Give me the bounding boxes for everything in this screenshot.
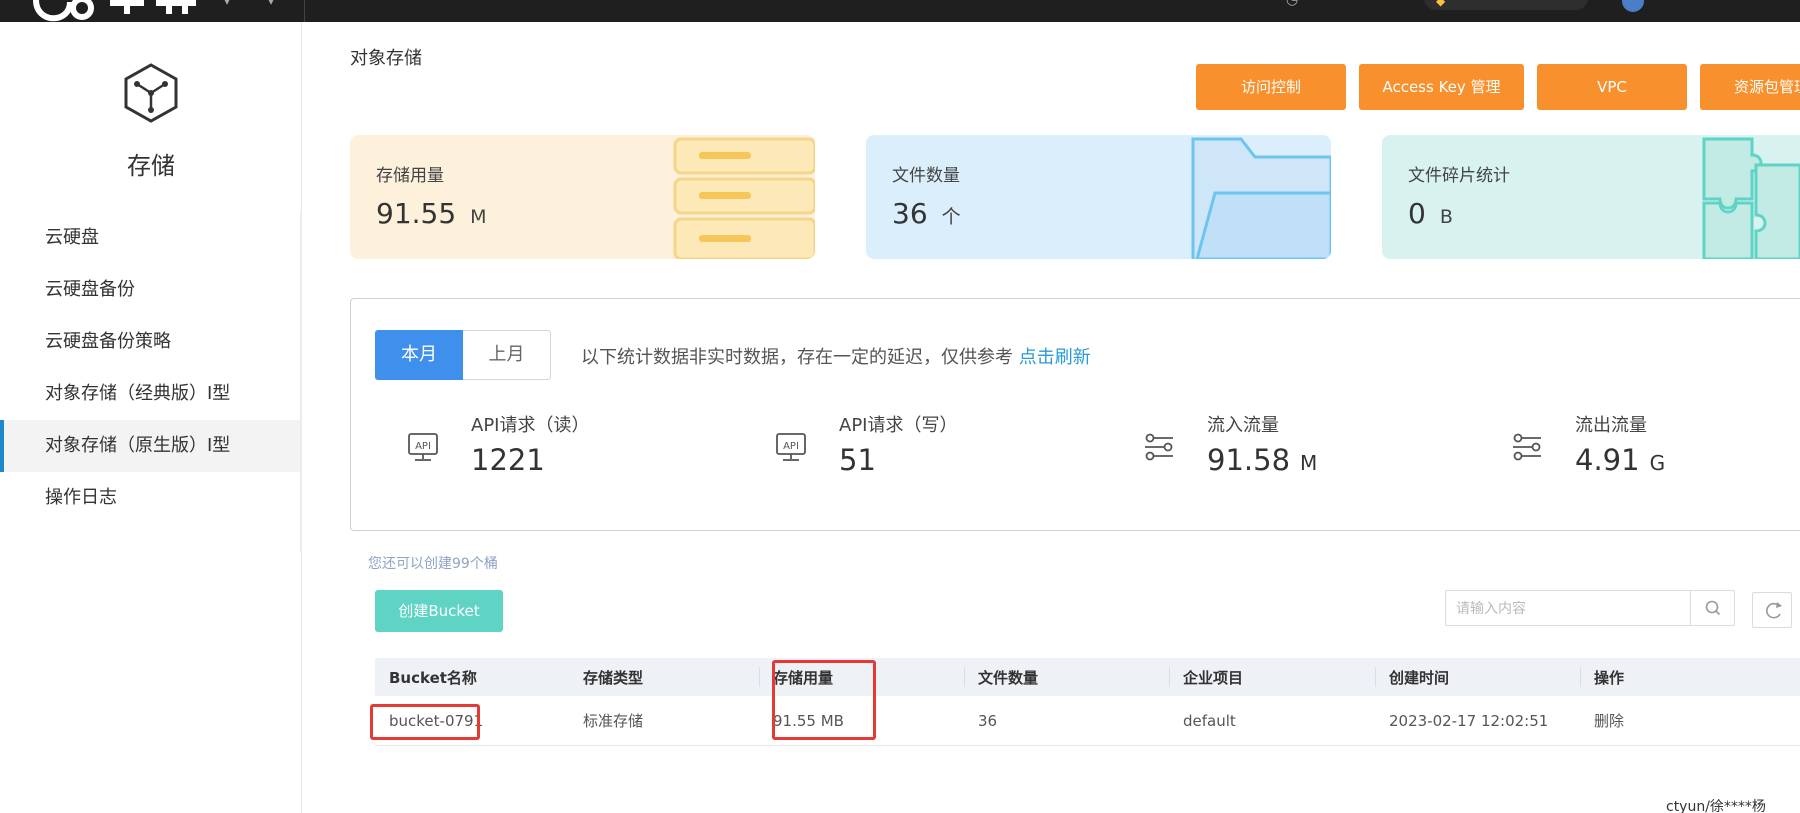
tab-last-month[interactable]: 上月 <box>463 330 551 380</box>
column-header: 企业项目 <box>1169 658 1363 696</box>
sidebar-item-disk-backup[interactable]: 云硬盘备份 <box>0 264 300 316</box>
top-bar: ▾ ▾ ◷ ◆ <box>0 0 1800 22</box>
stat-value: 4.91 G <box>1575 443 1666 477</box>
storage-type-cell: 标准存储 <box>583 712 644 730</box>
card-value: 91.55 M <box>376 197 487 230</box>
column-header: 存储类型 <box>583 668 644 687</box>
stat-label: API请求（写） <box>839 415 958 436</box>
search-button[interactable] <box>1690 591 1734 625</box>
sidebar-item-oss-native[interactable]: 对象存储（原生版）Ⅰ型 <box>0 420 300 472</box>
stat-value: 1221 <box>471 443 545 477</box>
bucket-table: Bucket名称 存储类型 存储用量 文件数量 企业项目 创建时间 操作 buc… <box>375 658 1800 746</box>
access-key-button[interactable]: Access Key 管理 <box>1359 64 1524 110</box>
main-content: 对象存储 访问控制 Access Key 管理 VPC 资源包管理 存储用量 9… <box>324 22 1800 813</box>
highlight-box <box>772 660 876 740</box>
cube-icon <box>124 63 178 123</box>
region-selector[interactable]: ◆ <box>1424 0 1588 10</box>
file-count-cell: 36 <box>978 711 998 730</box>
sidebar-title: 存储 <box>127 152 175 180</box>
search-input[interactable] <box>1456 598 1686 620</box>
column-header: 创建时间 <box>1375 658 1569 696</box>
highlight-box <box>370 704 480 740</box>
project-cell: default <box>1183 711 1236 730</box>
column-header: 操作 <box>1580 658 1780 696</box>
card-value: 36 个 <box>892 197 961 230</box>
tab-this-month[interactable]: 本月 <box>375 330 463 380</box>
sidebar-item-operation-log[interactable]: 操作日志 <box>0 472 300 524</box>
card-label: 文件碎片统计 <box>1408 166 1510 186</box>
sidebar-item-backup-policy[interactable]: 云硬盘备份策略 <box>0 316 300 368</box>
stat-value: 51 <box>839 443 876 477</box>
sidebar-item-oss-classic[interactable]: 对象存储（经典版）Ⅰ型 <box>0 368 300 420</box>
chevron-down-icon[interactable]: ▾ <box>224 0 230 8</box>
search-icon <box>1705 600 1721 616</box>
card-label: 存储用量 <box>376 166 444 186</box>
api-icon: API <box>408 433 438 461</box>
help-icon[interactable]: ◷ <box>1286 0 1298 8</box>
period-tabs: 本月 上月 <box>375 330 551 380</box>
sidebar-menu: 云硬盘 云硬盘备份 云硬盘备份策略 对象存储（经典版）Ⅰ型 对象存储（原生版）Ⅰ… <box>0 212 300 524</box>
refresh-link[interactable]: 点击刷新 <box>1019 347 1091 368</box>
flow-icon <box>1145 433 1173 461</box>
delete-link[interactable]: 删除 <box>1580 696 1780 745</box>
storage-usage-card: 存储用量 91.55 M <box>350 135 815 259</box>
vpc-button[interactable]: VPC <box>1537 64 1687 110</box>
chevron-down-icon[interactable]: ▾ <box>268 0 274 8</box>
page-title: 对象存储 <box>350 48 422 69</box>
puzzle-illustration-icon <box>1702 137 1800 259</box>
user-watermark: ctyun/徐****杨 <box>1666 799 1766 813</box>
refresh-button[interactable] <box>1752 592 1792 628</box>
folder-illustration-icon <box>1191 137 1331 259</box>
bucket-quota-hint: 您还可以创建99个桶 <box>368 556 498 572</box>
table-row: bucket-0791 标准存储 91.55 MB 36 default 202… <box>375 696 1800 746</box>
create-bucket-button[interactable]: 创建Bucket <box>375 590 503 632</box>
location-icon: ◆ <box>1436 0 1446 8</box>
stat-label: API请求（读） <box>471 415 590 436</box>
access-control-button[interactable]: 访问控制 <box>1196 64 1346 110</box>
flow-icon <box>1513 433 1541 461</box>
server-illustration-icon <box>673 137 815 259</box>
column-header: Bucket名称 <box>389 668 477 687</box>
stats-panel: 本月 上月 以下统计数据非实时数据，存在一定的延迟，仅供参考 点击刷新 API … <box>350 298 1800 531</box>
stat-value: 91.58 M <box>1207 443 1318 477</box>
sidebar: 存储 云硬盘 云硬盘备份 云硬盘备份策略 对象存储（经典版）Ⅰ型 对象存储（原生… <box>0 22 302 813</box>
sidebar-scrollbar[interactable] <box>300 212 302 552</box>
refresh-icon <box>1766 602 1782 619</box>
card-value: 0B <box>1408 197 1453 230</box>
table-header: Bucket名称 存储类型 存储用量 文件数量 企业项目 创建时间 操作 <box>375 658 1800 696</box>
search-box <box>1445 590 1735 626</box>
api-icon: API <box>776 433 806 461</box>
svg-text:API: API <box>783 441 799 452</box>
svg-text:API: API <box>415 441 431 452</box>
sidebar-item-cloud-disk[interactable]: 云硬盘 <box>0 212 300 264</box>
stats-note: 以下统计数据非实时数据，存在一定的延迟，仅供参考 点击刷新 <box>581 347 1091 368</box>
stat-label: 流出流量 <box>1575 415 1647 436</box>
column-header: 文件数量 <box>964 658 1158 696</box>
file-count-card: 文件数量 36 个 <box>866 135 1331 259</box>
fragment-stats-card: 文件碎片统计 0B <box>1382 135 1800 259</box>
avatar[interactable] <box>1622 0 1644 12</box>
card-label: 文件数量 <box>892 166 960 186</box>
divider <box>304 0 305 22</box>
stat-label: 流入流量 <box>1207 415 1279 436</box>
resource-package-button[interactable]: 资源包管理 <box>1700 64 1800 110</box>
created-time-cell: 2023-02-17 12:02:51 <box>1389 711 1549 730</box>
